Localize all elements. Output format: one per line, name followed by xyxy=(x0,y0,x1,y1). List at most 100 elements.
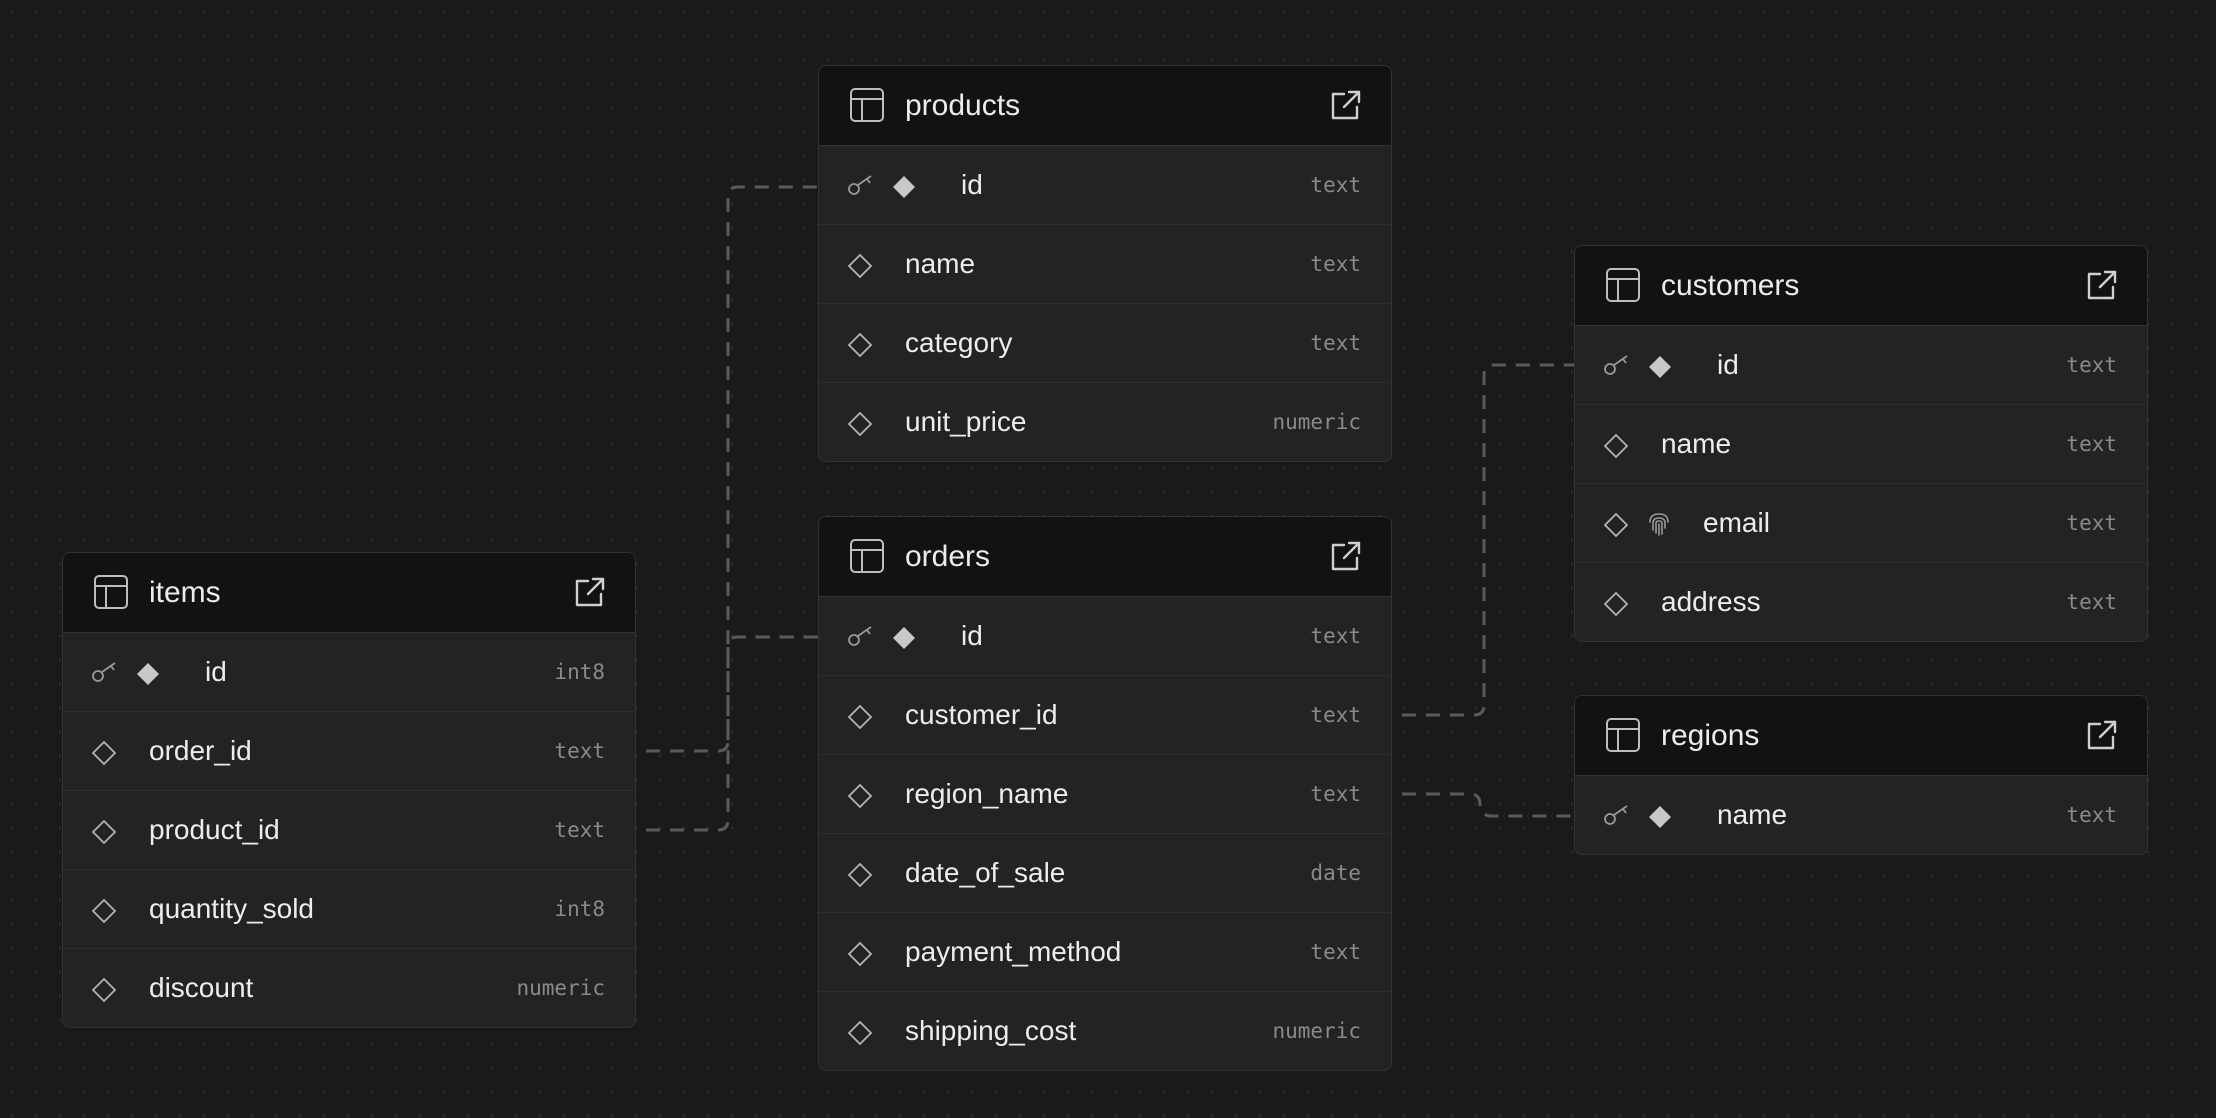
column-name: payment_method xyxy=(905,936,1122,967)
diamond-icon xyxy=(91,819,117,845)
column-name: unit_price xyxy=(905,406,1027,437)
diamond-icon xyxy=(1603,591,1629,617)
relation-orders-region-to-regions-name xyxy=(1402,792,1574,818)
external-link-icon[interactable] xyxy=(1329,539,1365,575)
table-title: products xyxy=(905,88,1021,122)
table-title: orders xyxy=(905,539,991,573)
diamond-icon xyxy=(893,627,915,649)
key-icon xyxy=(848,626,872,646)
column-type: text xyxy=(1310,331,1361,355)
column-type: int8 xyxy=(554,897,605,921)
column-row-payment-method[interactable]: payment_method text xyxy=(819,913,1391,992)
diamond-icon xyxy=(1603,512,1629,538)
column-row-email[interactable]: email text xyxy=(1575,484,2147,563)
column-row-discount[interactable]: discount numeric xyxy=(63,949,635,1027)
table-header: regions xyxy=(1575,696,2147,776)
column-type: text xyxy=(1310,252,1361,276)
relation-orders-customer-to-customers-id xyxy=(1402,363,1574,717)
relation-items-product-to-products-id xyxy=(646,185,818,832)
column-row-date-of-sale[interactable]: date_of_sale date xyxy=(819,834,1391,913)
table-products[interactable]: products id text name text category text… xyxy=(818,65,1392,462)
column-type: numeric xyxy=(1272,410,1361,434)
table-customers[interactable]: customers id text name text email text a… xyxy=(1574,245,2148,642)
column-name: category xyxy=(905,327,1013,358)
column-name: shipping_cost xyxy=(905,1015,1077,1046)
column-type: text xyxy=(554,739,605,763)
column-type: text xyxy=(1310,173,1361,197)
external-link-icon[interactable] xyxy=(1329,88,1365,124)
column-row-id[interactable]: id text xyxy=(819,597,1391,676)
column-name: order_id xyxy=(149,735,252,766)
column-name: discount xyxy=(149,972,254,1003)
column-name: name xyxy=(1661,428,1732,459)
column-type: numeric xyxy=(516,976,605,1000)
column-name: date_of_sale xyxy=(905,857,1066,888)
external-link-icon[interactable] xyxy=(2085,718,2121,754)
diamond-icon xyxy=(847,783,873,809)
column-type: text xyxy=(2066,353,2117,377)
diamond-icon xyxy=(91,740,117,766)
column-row-address[interactable]: address text xyxy=(1575,563,2147,641)
external-link-icon[interactable] xyxy=(2085,268,2121,304)
column-type: text xyxy=(1310,782,1361,806)
table-icon xyxy=(849,87,887,125)
column-row-name[interactable]: name text xyxy=(1575,776,2147,854)
column-row-shipping-cost[interactable]: shipping_cost numeric xyxy=(819,992,1391,1070)
column-name: region_name xyxy=(905,778,1069,809)
column-type: text xyxy=(2066,590,2117,614)
column-name: quantity_sold xyxy=(149,893,315,924)
column-row-id[interactable]: id text xyxy=(819,146,1391,225)
table-orders[interactable]: orders id text customer_id text region_n… xyxy=(818,516,1392,1071)
diamond-icon xyxy=(847,253,873,279)
column-type: text xyxy=(1310,940,1361,964)
key-icon xyxy=(1604,805,1628,825)
column-name: name xyxy=(905,248,976,279)
column-row-unit-price[interactable]: unit_price numeric xyxy=(819,383,1391,461)
diamond-icon xyxy=(847,704,873,730)
fingerprint-icon xyxy=(1649,513,1669,536)
diamond-icon xyxy=(1603,433,1629,459)
key-icon xyxy=(92,662,116,682)
column-type: text xyxy=(2066,511,2117,535)
table-header: orders xyxy=(819,517,1391,597)
column-name: id xyxy=(961,169,983,200)
column-name: id xyxy=(205,656,227,687)
column-type: text xyxy=(2066,803,2117,827)
table-header: customers xyxy=(1575,246,2147,326)
column-row-product-id[interactable]: product_id text xyxy=(63,791,635,870)
diamond-icon xyxy=(847,332,873,358)
column-name: name xyxy=(1717,799,1788,830)
diamond-icon xyxy=(847,411,873,437)
table-icon xyxy=(1605,717,1643,755)
column-type: text xyxy=(1310,624,1361,648)
table-icon xyxy=(93,574,131,612)
column-name: customer_id xyxy=(905,699,1058,730)
table-title: regions xyxy=(1661,718,1760,752)
table-title: customers xyxy=(1661,268,1800,302)
column-row-category[interactable]: category text xyxy=(819,304,1391,383)
table-items[interactable]: items id int8 order_id text product_id t… xyxy=(62,552,636,1028)
column-name: product_id xyxy=(149,814,280,845)
diamond-icon xyxy=(893,176,915,198)
table-title: items xyxy=(149,575,221,609)
column-row-region-name[interactable]: region_name text xyxy=(819,755,1391,834)
column-type: numeric xyxy=(1272,1019,1361,1043)
column-name: id xyxy=(961,620,983,651)
column-type: text xyxy=(2066,432,2117,456)
table-icon xyxy=(1605,267,1643,305)
column-row-order-id[interactable]: order_id text xyxy=(63,712,635,791)
column-row-id[interactable]: id text xyxy=(1575,326,2147,405)
diamond-icon xyxy=(137,663,159,685)
table-regions[interactable]: regions name text xyxy=(1574,695,2148,855)
column-row-quantity-sold[interactable]: quantity_sold int8 xyxy=(63,870,635,949)
column-row-customer-id[interactable]: customer_id text xyxy=(819,676,1391,755)
column-row-id[interactable]: id int8 xyxy=(63,633,635,712)
diamond-icon xyxy=(847,941,873,967)
column-name: email xyxy=(1703,507,1770,538)
external-link-icon[interactable] xyxy=(573,575,609,611)
column-row-name[interactable]: name text xyxy=(819,225,1391,304)
column-name: address xyxy=(1661,586,1761,617)
column-type: int8 xyxy=(554,660,605,684)
column-row-name[interactable]: name text xyxy=(1575,405,2147,484)
table-icon xyxy=(849,538,887,576)
